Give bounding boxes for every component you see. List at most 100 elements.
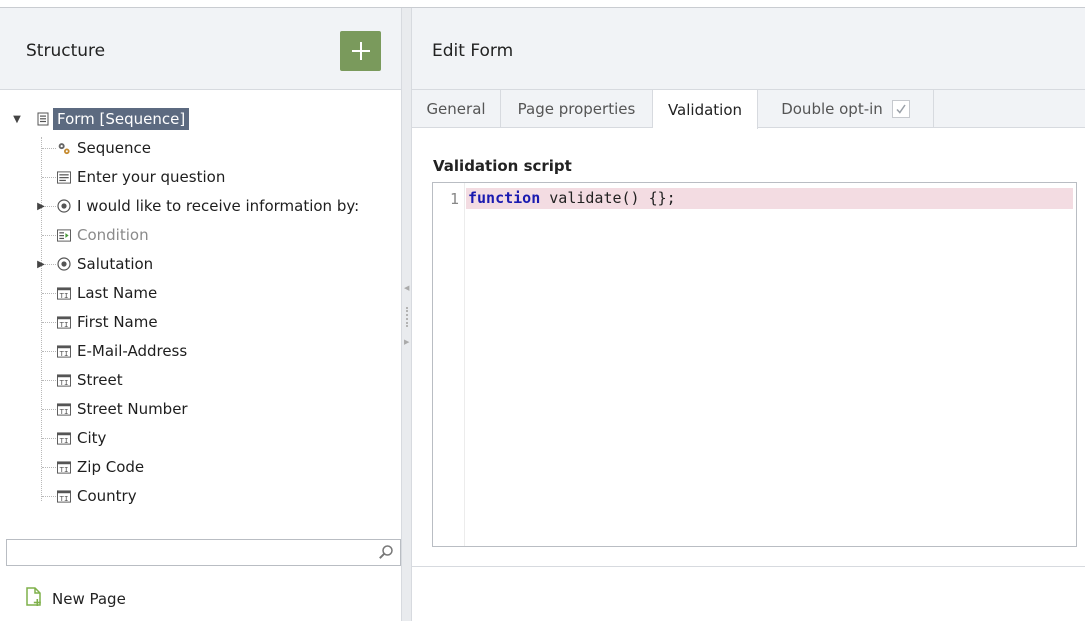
plus-icon bbox=[351, 42, 370, 60]
tree-item-label: Zip Code bbox=[77, 458, 145, 476]
tree-guide-branch bbox=[42, 351, 56, 352]
bottom-divider bbox=[412, 566, 1085, 567]
textfield-icon: TI bbox=[57, 286, 71, 300]
collapse-right-icon[interactable]: ▶ bbox=[404, 338, 409, 346]
tree-item-street[interactable]: TI Street bbox=[57, 367, 123, 393]
code-text: validate() {}; bbox=[540, 189, 676, 207]
search-icon[interactable] bbox=[378, 544, 394, 564]
tree-guide-branch bbox=[42, 409, 56, 410]
new-page-label: New Page bbox=[52, 590, 126, 608]
tree-item-country[interactable]: TI Country bbox=[57, 483, 137, 509]
edit-form-header: Edit Form bbox=[412, 8, 1085, 90]
tree-guide-branch bbox=[42, 380, 56, 381]
tab-double-opt-in[interactable]: Double opt-in bbox=[758, 90, 934, 128]
tree-item-label: First Name bbox=[77, 313, 158, 331]
tree-item-label: Last Name bbox=[77, 284, 158, 302]
tree-guide-branch bbox=[42, 148, 56, 149]
checkmark-icon bbox=[896, 104, 906, 114]
validation-script-label: Validation script bbox=[433, 157, 572, 175]
tab-page-properties[interactable]: Page properties bbox=[501, 90, 653, 128]
tree-guide-branch bbox=[42, 467, 56, 468]
structure-header: Structure bbox=[0, 8, 401, 90]
validation-script-editor[interactable]: 1 function validate() {}; bbox=[432, 182, 1077, 547]
tab-validation-label: Validation bbox=[667, 100, 743, 119]
panel-splitter[interactable]: ◀ ▶ bbox=[401, 8, 412, 621]
tab-validation[interactable]: Validation bbox=[653, 90, 758, 129]
svg-text:TI: TI bbox=[60, 290, 69, 299]
splitter-grip[interactable] bbox=[406, 307, 408, 327]
textfield-icon: TI bbox=[57, 344, 71, 358]
radio-icon bbox=[57, 199, 71, 213]
tree-item-label: Street Number bbox=[77, 400, 188, 418]
tree-guide-branch bbox=[42, 235, 56, 236]
tree-guide-branch bbox=[42, 293, 56, 294]
tree-item-first-name[interactable]: TI First Name bbox=[57, 309, 158, 335]
tree-item-label: Form [Sequence] bbox=[53, 108, 190, 130]
new-page-button[interactable]: New Page bbox=[24, 586, 126, 612]
svg-text:TI: TI bbox=[60, 348, 69, 357]
expand-closed-icon[interactable]: ▶ bbox=[36, 259, 46, 270]
textfield-icon: TI bbox=[57, 460, 71, 474]
tree-item-label: Enter your question bbox=[77, 168, 226, 186]
new-page-icon bbox=[24, 586, 44, 612]
double-opt-in-checkbox[interactable] bbox=[891, 100, 910, 118]
code-keyword: function bbox=[468, 189, 541, 207]
add-element-button[interactable] bbox=[340, 31, 381, 71]
expand-open-icon[interactable]: ▼ bbox=[12, 114, 22, 125]
tree-item-street-number[interactable]: TI Street Number bbox=[57, 396, 188, 422]
textfield-icon: TI bbox=[57, 315, 71, 329]
tree-item-city[interactable]: TI City bbox=[57, 425, 106, 451]
tab-page-properties-label: Page properties bbox=[517, 100, 636, 118]
svg-text:TI: TI bbox=[60, 464, 69, 473]
tree-item-label: Salutation bbox=[77, 255, 154, 273]
tab-double-opt-in-label: Double opt-in bbox=[781, 100, 883, 118]
edit-form-tabs: General Page properties Validation Doubl… bbox=[412, 90, 1085, 129]
tree-item-label: Sequence bbox=[77, 139, 151, 157]
edit-form-title: Edit Form bbox=[432, 41, 514, 61]
tree-item-label: City bbox=[77, 429, 107, 447]
tree-item-i-would-like-to-receive-information-by[interactable]: I would like to receive information by: bbox=[57, 193, 359, 219]
form-icon bbox=[36, 112, 50, 126]
condition-icon bbox=[57, 228, 71, 242]
svg-text:TI: TI bbox=[60, 406, 69, 415]
textarea-icon bbox=[57, 170, 71, 184]
tree-item-sequence[interactable]: Sequence bbox=[57, 135, 151, 161]
svg-text:TI: TI bbox=[60, 377, 69, 386]
tree-item-salutation[interactable]: Salutation bbox=[57, 251, 153, 277]
structure-search bbox=[6, 539, 401, 566]
tree-guide-branch bbox=[42, 438, 56, 439]
tree-item-label: E-Mail-Address bbox=[77, 342, 188, 360]
tree-item-enter-your-question[interactable]: Enter your question bbox=[57, 164, 225, 190]
tree-item-label: Condition bbox=[77, 226, 149, 244]
tree-item-last-name[interactable]: TI Last Name bbox=[57, 280, 157, 306]
tree-guide-branch bbox=[42, 496, 56, 497]
svg-text:TI: TI bbox=[60, 435, 69, 444]
svg-text:TI: TI bbox=[60, 319, 69, 328]
edit-form-panel: Edit Form General Page properties Valida… bbox=[412, 8, 1085, 621]
editor-gutter: 1 bbox=[433, 183, 465, 546]
gears-icon bbox=[57, 141, 71, 155]
expand-closed-icon[interactable]: ▶ bbox=[36, 201, 46, 212]
structure-panel: Structure ▼ Form [Sequence] Sequence Enter … bbox=[0, 8, 401, 621]
svg-text:TI: TI bbox=[60, 493, 69, 502]
textfield-icon: TI bbox=[57, 489, 71, 503]
tab-general-label: General bbox=[426, 100, 486, 118]
tree-item-zip-code[interactable]: TI Zip Code bbox=[57, 454, 144, 480]
tree-guide-line bbox=[41, 137, 42, 501]
textfield-icon: TI bbox=[57, 373, 71, 387]
radio-icon bbox=[57, 257, 71, 271]
tree-guide-branch bbox=[42, 177, 56, 178]
tree-item-form-sequence[interactable]: Form [Sequence] bbox=[36, 106, 190, 132]
textfield-icon: TI bbox=[57, 431, 71, 445]
tree-item-label: I would like to receive information by: bbox=[77, 197, 360, 215]
tree-item-label: Country bbox=[77, 487, 137, 505]
textfield-icon: TI bbox=[57, 402, 71, 416]
tree-item-condition[interactable]: Condition bbox=[57, 222, 149, 248]
tab-general[interactable]: General bbox=[412, 90, 501, 128]
tree-item-e-mail-address[interactable]: TI E-Mail-Address bbox=[57, 338, 187, 364]
tree-item-label: Street bbox=[77, 371, 123, 389]
structure-search-input[interactable] bbox=[7, 540, 367, 565]
collapse-left-icon[interactable]: ◀ bbox=[404, 284, 409, 292]
tree-guide-branch bbox=[42, 322, 56, 323]
code-line[interactable]: function validate() {}; bbox=[466, 188, 1073, 209]
